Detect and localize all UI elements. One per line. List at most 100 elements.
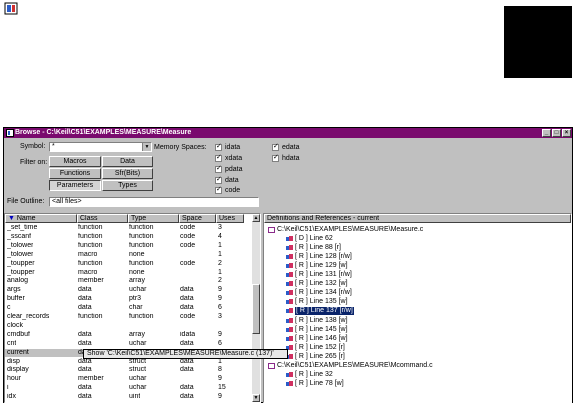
table-row[interactable]: cnt data uchar data 6: [5, 340, 255, 348]
cell-type: uint: [129, 393, 141, 401]
table-row[interactable]: _sscanf function function code 4: [5, 233, 255, 241]
xdata-checkbox[interactable]: ✓ xdata: [215, 154, 242, 163]
table-row[interactable]: _tolower function function code 1: [5, 242, 255, 250]
cell-name: hour: [7, 375, 22, 383]
column-header-class[interactable]: Class: [77, 214, 128, 223]
cell-class: function: [78, 259, 103, 267]
filter-types-button[interactable]: Types: [102, 180, 153, 191]
cell-name: c: [7, 304, 11, 312]
tree-node-label: [ R ] Line 146 [w]: [295, 334, 348, 342]
cell-type: function: [129, 259, 154, 267]
tree-node-label: [ R ] Line 32: [295, 370, 333, 378]
cell-type: array: [129, 277, 145, 285]
title-bar: Browse - C:\Keil\C51\EXAMPLES\MEASURE\Me…: [4, 128, 572, 138]
table-row[interactable]: _toupper macro none 1: [5, 269, 255, 277]
cell-space: data: [180, 295, 194, 303]
table-row[interactable]: analog member array 2: [5, 277, 255, 285]
table-row[interactable]: idx data uint data 9: [5, 393, 255, 401]
table-row[interactable]: display data struct data 8: [5, 366, 255, 374]
filter-data-button[interactable]: Data: [102, 156, 153, 167]
close-button[interactable]: ×: [562, 129, 571, 137]
cell-name: _tolower: [7, 241, 34, 249]
definitions-pane[interactable]: Definitions and References - current C:\…: [263, 213, 572, 403]
cell-uses: 3: [218, 224, 222, 231]
tree-node-label: [ R ] Line 128 [r/w]: [295, 253, 352, 261]
file-outline-combo[interactable]: <all files>: [49, 197, 259, 207]
cell-uses: 2: [218, 259, 222, 267]
filter-sfr-button[interactable]: Sfr(Bits): [102, 168, 153, 179]
cell-class: function: [78, 241, 103, 249]
cell-name: _sscanf: [7, 232, 32, 240]
cell-uses: 2: [218, 277, 222, 285]
cell-space: data: [180, 366, 194, 374]
table-row[interactable]: clock: [5, 322, 255, 330]
tree-node-label: [ R ] Line 132 [w]: [295, 280, 348, 288]
minimize-button[interactable]: _: [542, 129, 551, 137]
cell-class: data: [78, 384, 92, 392]
cell-type: ptr3: [129, 295, 142, 303]
scroll-thumb[interactable]: [252, 284, 260, 334]
cell-space: data: [180, 384, 194, 392]
reference-icon: [286, 281, 293, 287]
check-icon: ✓: [273, 154, 279, 161]
column-header-space[interactable]: Space: [179, 214, 216, 223]
check-icon: ✓: [216, 143, 222, 150]
check-icon: ✓: [273, 143, 279, 150]
table-row[interactable]: c data char data 6: [5, 304, 255, 312]
reference-icon: [286, 371, 293, 377]
data-checkbox[interactable]: ✓ data: [215, 176, 239, 185]
tree-node-label: C:\Keil\C51\EXAMPLES\MEASURE\Mcommand.c: [277, 361, 433, 369]
table-row[interactable]: hour member uchar 9: [5, 375, 255, 383]
cell-type: function: [129, 232, 154, 240]
cell-space: code: [180, 224, 196, 231]
filter-functions-button[interactable]: Functions: [49, 168, 101, 179]
table-row[interactable]: cmdbuf data array idata 9: [5, 331, 255, 339]
table-row[interactable]: _toupper function function code 2: [5, 260, 255, 268]
symbol-combo[interactable]: * ▼: [49, 142, 152, 152]
table-row[interactable]: _tolower macro none 1: [5, 251, 255, 259]
cell-uses: 15: [218, 384, 226, 392]
tree-node-label: [ R ] Line 138 [w]: [295, 316, 348, 324]
pdata-checkbox[interactable]: ✓ pdata: [215, 165, 243, 174]
maximize-button[interactable]: □: [552, 129, 561, 137]
cell-uses: 4: [218, 232, 222, 240]
tree-node-label: [ R ] Line 145 [w]: [295, 325, 348, 333]
symbol-list-scrollbar[interactable]: ▲ ▼: [252, 214, 260, 402]
cell-class: data: [78, 366, 92, 374]
window-title: Browse - C:\Keil\C51\EXAMPLES\MEASURE\Me…: [15, 129, 192, 136]
reference-icon: [286, 272, 293, 278]
table-row[interactable]: clear_records function function code 3: [5, 313, 255, 321]
symbol-list[interactable]: ▼ Name Class Type Space Uses _set_timefu…: [4, 213, 261, 403]
cell-name: _set_time: [7, 224, 38, 231]
edata-checkbox[interactable]: ✓ edata: [272, 143, 300, 152]
cell-name: idx: [7, 393, 16, 401]
scroll-down-icon[interactable]: ▼: [252, 394, 260, 402]
filter-macros-button[interactable]: Macros: [49, 156, 101, 167]
column-header-name[interactable]: ▼ Name: [5, 214, 77, 223]
cell-name: disp: [7, 357, 20, 365]
column-header-uses[interactable]: Uses: [216, 214, 244, 223]
cell-name: _toupper: [7, 268, 35, 276]
tree-node-label: [ R ] Line 131 [r/w]: [295, 271, 352, 279]
cell-type: function: [129, 241, 154, 249]
reference-icon: [286, 245, 293, 251]
idata-checkbox[interactable]: ✓ idata: [215, 143, 240, 152]
scroll-up-icon[interactable]: ▲: [252, 214, 260, 222]
table-row[interactable]: i data uchar data 15: [5, 384, 255, 392]
table-row[interactable]: _set_time function function code 3: [5, 224, 255, 232]
chevron-down-icon[interactable]: ▼: [142, 143, 151, 151]
reference-icon: [286, 254, 293, 260]
hdata-checkbox[interactable]: ✓ hdata: [272, 154, 300, 163]
filter-parameters-button[interactable]: Parameters: [49, 180, 101, 191]
table-row[interactable]: buffer data ptr3 data 9: [5, 295, 255, 303]
cell-uses: 1: [218, 250, 222, 258]
cell-uses: 1: [218, 268, 222, 276]
cell-space: code: [180, 232, 196, 240]
column-header-type[interactable]: Type: [128, 214, 179, 223]
cell-name: current: [7, 348, 29, 356]
reference-icon: [286, 290, 293, 296]
table-row[interactable]: args data uchar data 9: [5, 286, 255, 294]
code-checkbox[interactable]: ✓ code: [215, 186, 240, 195]
cell-uses: 6: [218, 339, 222, 347]
cell-class: data: [78, 304, 92, 312]
